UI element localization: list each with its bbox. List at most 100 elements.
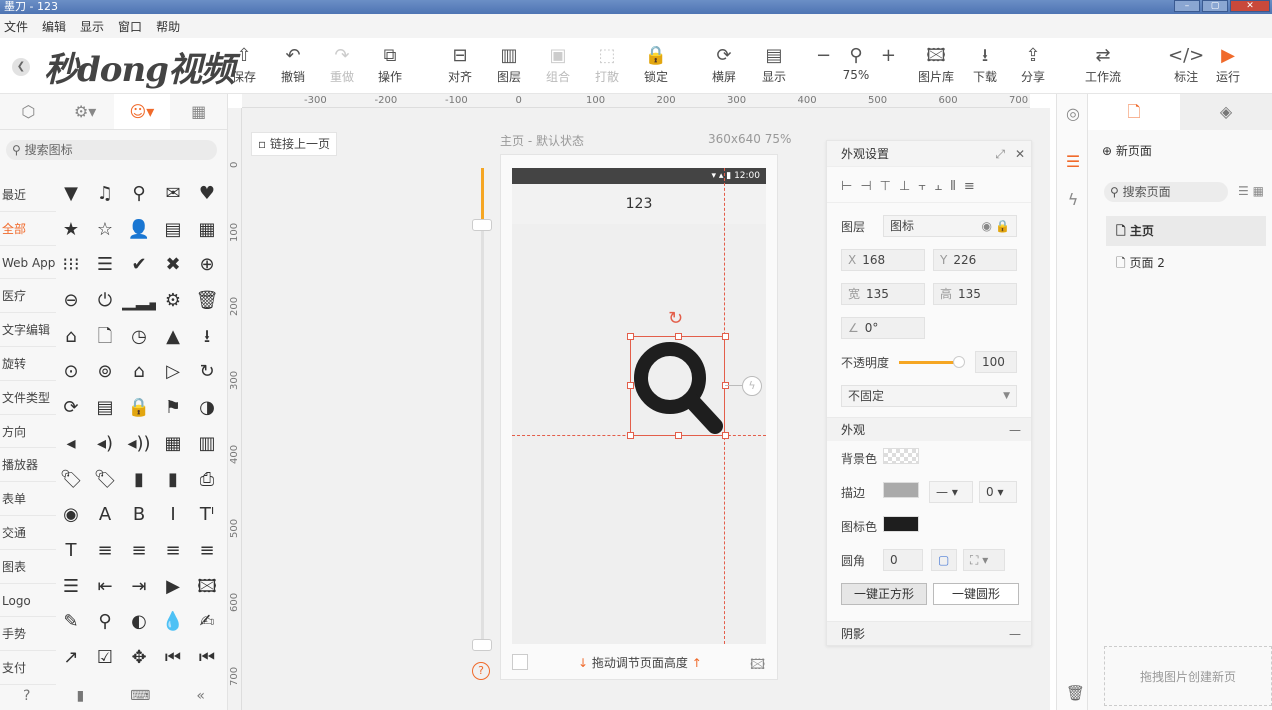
align-option-icon[interactable]: ⊣ bbox=[860, 179, 871, 194]
trash-icon[interactable]: 🗑 bbox=[1066, 684, 1085, 702]
layer-button[interactable]: ▥ 图层 bbox=[497, 44, 521, 85]
library-icon[interactable]: ✎ bbox=[54, 604, 88, 640]
display-button[interactable]: ▤ 显示 bbox=[762, 44, 786, 85]
minimize-button[interactable]: – bbox=[1174, 0, 1200, 12]
align-option-icon[interactable]: ⊢ bbox=[841, 179, 852, 194]
radius-uniform-icon[interactable]: ▢ bbox=[931, 549, 957, 571]
library-icon[interactable]: ★ bbox=[54, 212, 88, 248]
maximize-button[interactable]: ▢ bbox=[1202, 0, 1228, 12]
drag-height-hint[interactable]: ↓ 拖动调节页面高度 ↑ bbox=[578, 654, 702, 671]
library-icon[interactable]: 🏷 bbox=[54, 462, 88, 498]
library-icon[interactable]: ⏮ bbox=[156, 640, 190, 676]
library-icon[interactable]: ◂) bbox=[88, 426, 122, 462]
footer-checkbox[interactable] bbox=[512, 654, 528, 670]
category-item[interactable]: 方向 bbox=[0, 415, 56, 449]
lock-icon[interactable]: 🔒 bbox=[995, 216, 1010, 236]
stroke-width-select[interactable]: 0 ▾ bbox=[979, 481, 1017, 503]
library-icon[interactable]: ≡ bbox=[122, 533, 156, 569]
undo-button[interactable]: ↶ 撤销 bbox=[281, 44, 305, 85]
category-item[interactable]: 医疗 bbox=[0, 279, 56, 314]
tab-components[interactable]: ⬡ bbox=[0, 94, 57, 129]
image-library-button[interactable]: 🖾 图片库 bbox=[918, 44, 954, 85]
category-item[interactable]: 全部 bbox=[0, 212, 56, 246]
library-icon[interactable]: ☑ bbox=[88, 640, 122, 676]
category-item[interactable]: 手势 bbox=[0, 617, 56, 652]
library-icon[interactable]: ◉ bbox=[54, 497, 88, 533]
operation-button[interactable]: ⧉ 操作 bbox=[378, 44, 402, 85]
height-slider-bottom-handle[interactable] bbox=[472, 639, 492, 651]
radius-corner-icon[interactable]: ⛶ ▾ bbox=[963, 549, 1005, 571]
library-icon[interactable]: ◷ bbox=[122, 319, 156, 355]
category-item[interactable]: 旋转 bbox=[0, 347, 56, 381]
library-icon[interactable]: ⊕ bbox=[190, 247, 224, 283]
category-item[interactable]: 表单 bbox=[0, 482, 56, 516]
rotate-handle-icon[interactable]: ↻ bbox=[668, 308, 683, 329]
image-drop-zone[interactable]: 拖拽图片创建新页 bbox=[1104, 646, 1272, 706]
library-icon[interactable]: ◐ bbox=[122, 604, 156, 640]
library-icon[interactable]: ⊖ bbox=[54, 283, 88, 319]
align-button[interactable]: ⊟ 对齐 bbox=[448, 44, 472, 85]
library-icon[interactable]: T bbox=[54, 533, 88, 569]
layer-name-field[interactable]: 图标 ◉ 🔒 bbox=[883, 215, 1017, 237]
page-search-input[interactable]: ⚲ 搜索页面 bbox=[1104, 182, 1228, 202]
category-item[interactable]: 交通 bbox=[0, 516, 56, 550]
make-circle-button[interactable]: 一键圆形 bbox=[933, 583, 1019, 605]
library-icon[interactable]: ▶ bbox=[156, 569, 190, 605]
resize-handle-ne[interactable] bbox=[722, 333, 729, 340]
library-icon[interactable]: ≡ bbox=[88, 533, 122, 569]
group-button[interactable]: ▣ 组合 bbox=[546, 44, 570, 85]
keyboard-icon[interactable]: ⌨ bbox=[130, 688, 150, 710]
fixed-position-select[interactable]: 不固定 ▼ bbox=[841, 385, 1017, 407]
library-icon[interactable]: B bbox=[122, 497, 156, 533]
library-icon[interactable]: A bbox=[88, 497, 122, 533]
opacity-slider-track[interactable] bbox=[899, 361, 959, 364]
appearance-section-header[interactable]: 外观 — bbox=[827, 417, 1031, 441]
library-icon[interactable]: ☆ bbox=[88, 212, 122, 248]
library-icon[interactable]: ⟳ bbox=[54, 390, 88, 426]
library-icon[interactable]: ▤ bbox=[156, 212, 190, 248]
page-item[interactable]: 🗋 主页 bbox=[1106, 216, 1266, 246]
height-slider-handle[interactable] bbox=[472, 219, 492, 231]
library-icon[interactable]: ⌂ bbox=[54, 319, 88, 355]
ungroup-button[interactable]: ⬚ 打散 bbox=[595, 44, 619, 85]
library-icon[interactable]: ◂)) bbox=[122, 426, 156, 462]
nav-bar-title[interactable]: 123 bbox=[512, 184, 766, 224]
library-icon[interactable]: ✥ bbox=[122, 640, 156, 676]
library-icon[interactable]: ⌂ bbox=[122, 354, 156, 390]
library-icon[interactable]: ⚲ bbox=[88, 604, 122, 640]
menu-edit[interactable]: 编辑 bbox=[42, 18, 66, 35]
workflow-button[interactable]: ⇄ 工作流 bbox=[1085, 44, 1121, 85]
align-option-icon[interactable]: ≡ bbox=[964, 179, 975, 194]
background-color-swatch[interactable] bbox=[883, 448, 919, 464]
zoom-search-icon[interactable]: ⚲ bbox=[849, 44, 862, 68]
library-icon[interactable]: ▲ bbox=[156, 319, 190, 355]
target-icon[interactable]: ◎ bbox=[1063, 104, 1083, 123]
library-icon[interactable]: ♫ bbox=[88, 176, 122, 212]
align-option-icon[interactable]: ⫠ bbox=[934, 179, 942, 194]
category-item[interactable]: 文字编辑 bbox=[0, 313, 56, 347]
category-item[interactable]: Web App bbox=[0, 246, 56, 280]
library-icon[interactable]: ⏮ bbox=[190, 640, 224, 676]
library-icon[interactable]: ◂ bbox=[54, 426, 88, 462]
category-item[interactable]: 最近 bbox=[0, 178, 56, 212]
library-icon[interactable]: 🔒 bbox=[122, 390, 156, 426]
width-field[interactable]: 宽 135 bbox=[841, 283, 925, 305]
library-icon[interactable]: ☰ bbox=[54, 569, 88, 605]
landscape-button[interactable]: ⟳ 横屏 bbox=[712, 44, 736, 85]
library-icon[interactable]: ♥ bbox=[190, 176, 224, 212]
resize-handle-s[interactable] bbox=[675, 432, 682, 439]
library-icon[interactable]: ▼ bbox=[54, 176, 88, 212]
align-option-icon[interactable]: ⊤ bbox=[880, 179, 891, 194]
resize-handle-n[interactable] bbox=[675, 333, 682, 340]
resize-handle-se[interactable] bbox=[722, 432, 729, 439]
shadow-section-header[interactable]: 阴影 — bbox=[827, 621, 1031, 645]
icon-search-input[interactable]: ⚲ 搜索图标 bbox=[6, 140, 217, 160]
library-icon[interactable]: Tᴵ bbox=[190, 497, 224, 533]
resize-handle-w[interactable] bbox=[627, 382, 634, 389]
y-field[interactable]: Y 226 bbox=[933, 249, 1017, 271]
radius-field[interactable]: 0 bbox=[883, 549, 923, 571]
resize-handle-sw[interactable] bbox=[627, 432, 634, 439]
view-toggle-icon[interactable]: ☰ ▦ bbox=[1238, 184, 1264, 198]
library-icon[interactable]: ⁝⁝⁝ bbox=[54, 247, 88, 283]
library-icon[interactable]: 🖾 bbox=[190, 569, 224, 605]
